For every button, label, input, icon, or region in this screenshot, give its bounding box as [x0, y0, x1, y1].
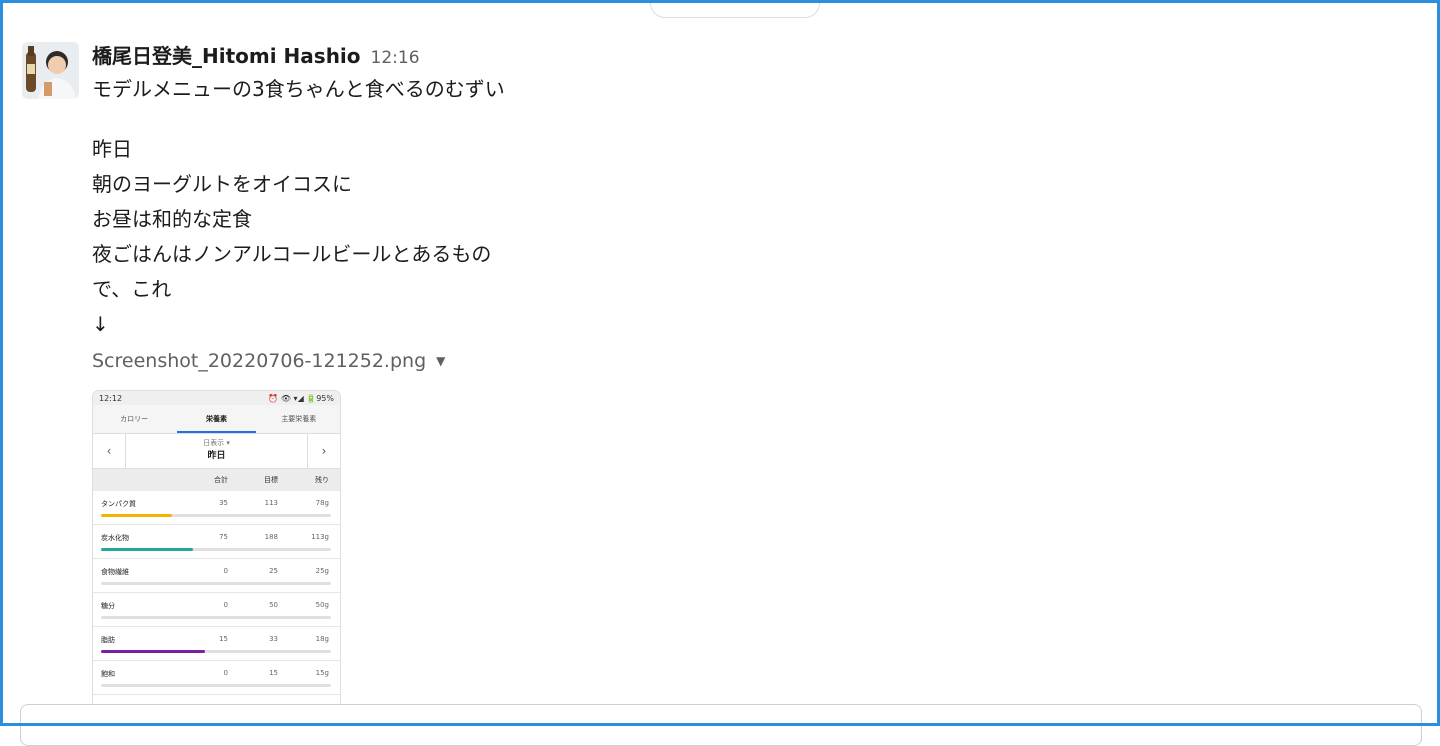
nutrient-progress-bar — [101, 616, 331, 619]
nutrient-left: 50g — [315, 601, 329, 609]
day-navigator: ‹ 日表示 ▾ 昨日 › — [93, 434, 340, 469]
nutrient-name: 食物繊維 — [101, 568, 129, 576]
chevron-down-icon[interactable]: ▼ — [436, 354, 445, 368]
nutrient-row: 飽和 0 15 15g — [93, 661, 340, 695]
attachment-filename[interactable]: Screenshot_20220706-121252.png — [92, 350, 426, 372]
message-line: モデルメニューの3食ちゃんと食べるのむずい — [92, 77, 505, 101]
nutrient-row: 脂肪 15 33 18g — [93, 627, 340, 661]
nutrient-left: 18g — [315, 635, 329, 643]
chevron-right-icon: › — [307, 434, 340, 468]
nutrient-name: 糖分 — [101, 602, 115, 610]
message-line: ↓ — [92, 312, 109, 336]
author-name[interactable]: 橋尾日登美_Hitomi Hashio — [92, 40, 361, 69]
nutrient-name: 飽和 — [101, 670, 115, 678]
nutrient-total: 35 — [219, 499, 228, 507]
nutrient-left: 113g — [311, 533, 329, 541]
nutrient-goal: 25 — [269, 567, 278, 575]
nutrient-left: 15g — [315, 669, 329, 677]
nutrient-name: タンパク質 — [101, 500, 136, 508]
message-line: 昨日 — [92, 137, 132, 161]
attachment-header[interactable]: Screenshot_20220706-121252.png ▼ — [92, 348, 792, 374]
status-time: 12:12 — [99, 393, 123, 403]
nutrient-left: 78g — [315, 499, 329, 507]
chevron-left-icon: ‹ — [93, 434, 126, 468]
phone-status-bar: 12:12 ⏰ 👁 ▾◢ 🔋95% — [93, 391, 340, 405]
tab-macros: 主要栄養素 — [281, 415, 317, 423]
column-total: 合計 — [214, 476, 228, 484]
nutrient-column-headers: 合計 目標 残り — [93, 469, 340, 491]
nutrient-progress-bar — [101, 548, 331, 551]
day-value: 昨日 — [207, 451, 226, 461]
message-line: 朝のヨーグルトをオイコスに — [92, 172, 352, 196]
status-icons: ⏰ 👁 ▾◢ 🔋95% — [268, 393, 334, 403]
nutrition-tabs: カロリー 栄養素 主要栄養素 — [93, 405, 340, 434]
nutrient-progress-fill — [101, 514, 173, 517]
nutrient-progress-bar — [101, 514, 331, 517]
nutrient-total: 15 — [219, 635, 228, 643]
nutrient-progress-bar — [101, 582, 331, 585]
nutrient-row: 糖分 0 50 50g — [93, 593, 340, 627]
attachment-image[interactable]: 12:12 ⏰ 👁 ▾◢ 🔋95% カロリー 栄養素 主要栄養素 ‹ 日表示 ▾… — [92, 390, 341, 722]
nutrient-total: 0 — [223, 669, 228, 677]
nutrient-progress-fill — [101, 548, 193, 551]
message-timestamp[interactable]: 12:16 — [371, 48, 420, 68]
nutrient-row: 食物繊維 0 25 25g — [93, 559, 340, 593]
nutrient-row: タンパク質 35 113 78g — [93, 491, 340, 525]
nutrient-name: 脂肪 — [101, 636, 115, 644]
column-left: 残り — [315, 476, 329, 484]
message-line: 夜ごはんはノンアルコールビールとあるもの — [92, 242, 492, 266]
column-goal: 目標 — [264, 476, 278, 484]
message-composer[interactable] — [20, 704, 1422, 746]
avatar[interactable] — [22, 42, 79, 99]
nutrient-goal: 33 — [269, 635, 278, 643]
nutrient-left: 25g — [315, 567, 329, 575]
nutrient-name: 炭水化物 — [101, 534, 129, 542]
nutrient-progress-bar — [101, 650, 331, 653]
message-line-blank — [92, 107, 792, 132]
nutrient-goal: 113 — [264, 499, 278, 507]
nutrient-progress-bar — [101, 684, 331, 687]
nutrient-row: 炭水化物 75 188 113g — [93, 525, 340, 559]
tab-nutrients: 栄養素 — [175, 405, 257, 433]
date-divider-pill[interactable] — [650, 0, 820, 18]
nutrient-rows: タンパク質 35 113 78g 炭水化物 75 188 113g 食物繊維 0 25 25g 糖分 0 5… — [93, 491, 340, 721]
nutrient-goal: 15 — [269, 669, 278, 677]
nutrient-total: 0 — [223, 567, 228, 575]
day-view-label: 日表示 ▾ — [203, 439, 230, 447]
nutrient-goal: 50 — [269, 601, 278, 609]
message-body: モデルメニューの3食ちゃんと食べるのむずい 昨日 朝のヨーグルトをオイコスに お… — [92, 72, 792, 342]
nutrient-progress-fill — [101, 650, 205, 653]
nutrient-total: 75 — [219, 533, 228, 541]
message-line: お昼は和的な定食 — [92, 207, 252, 231]
nutrient-total: 0 — [223, 601, 228, 609]
nutrient-goal: 188 — [264, 533, 278, 541]
message-line: で、これ — [92, 277, 172, 301]
tab-calories: カロリー — [120, 415, 149, 423]
